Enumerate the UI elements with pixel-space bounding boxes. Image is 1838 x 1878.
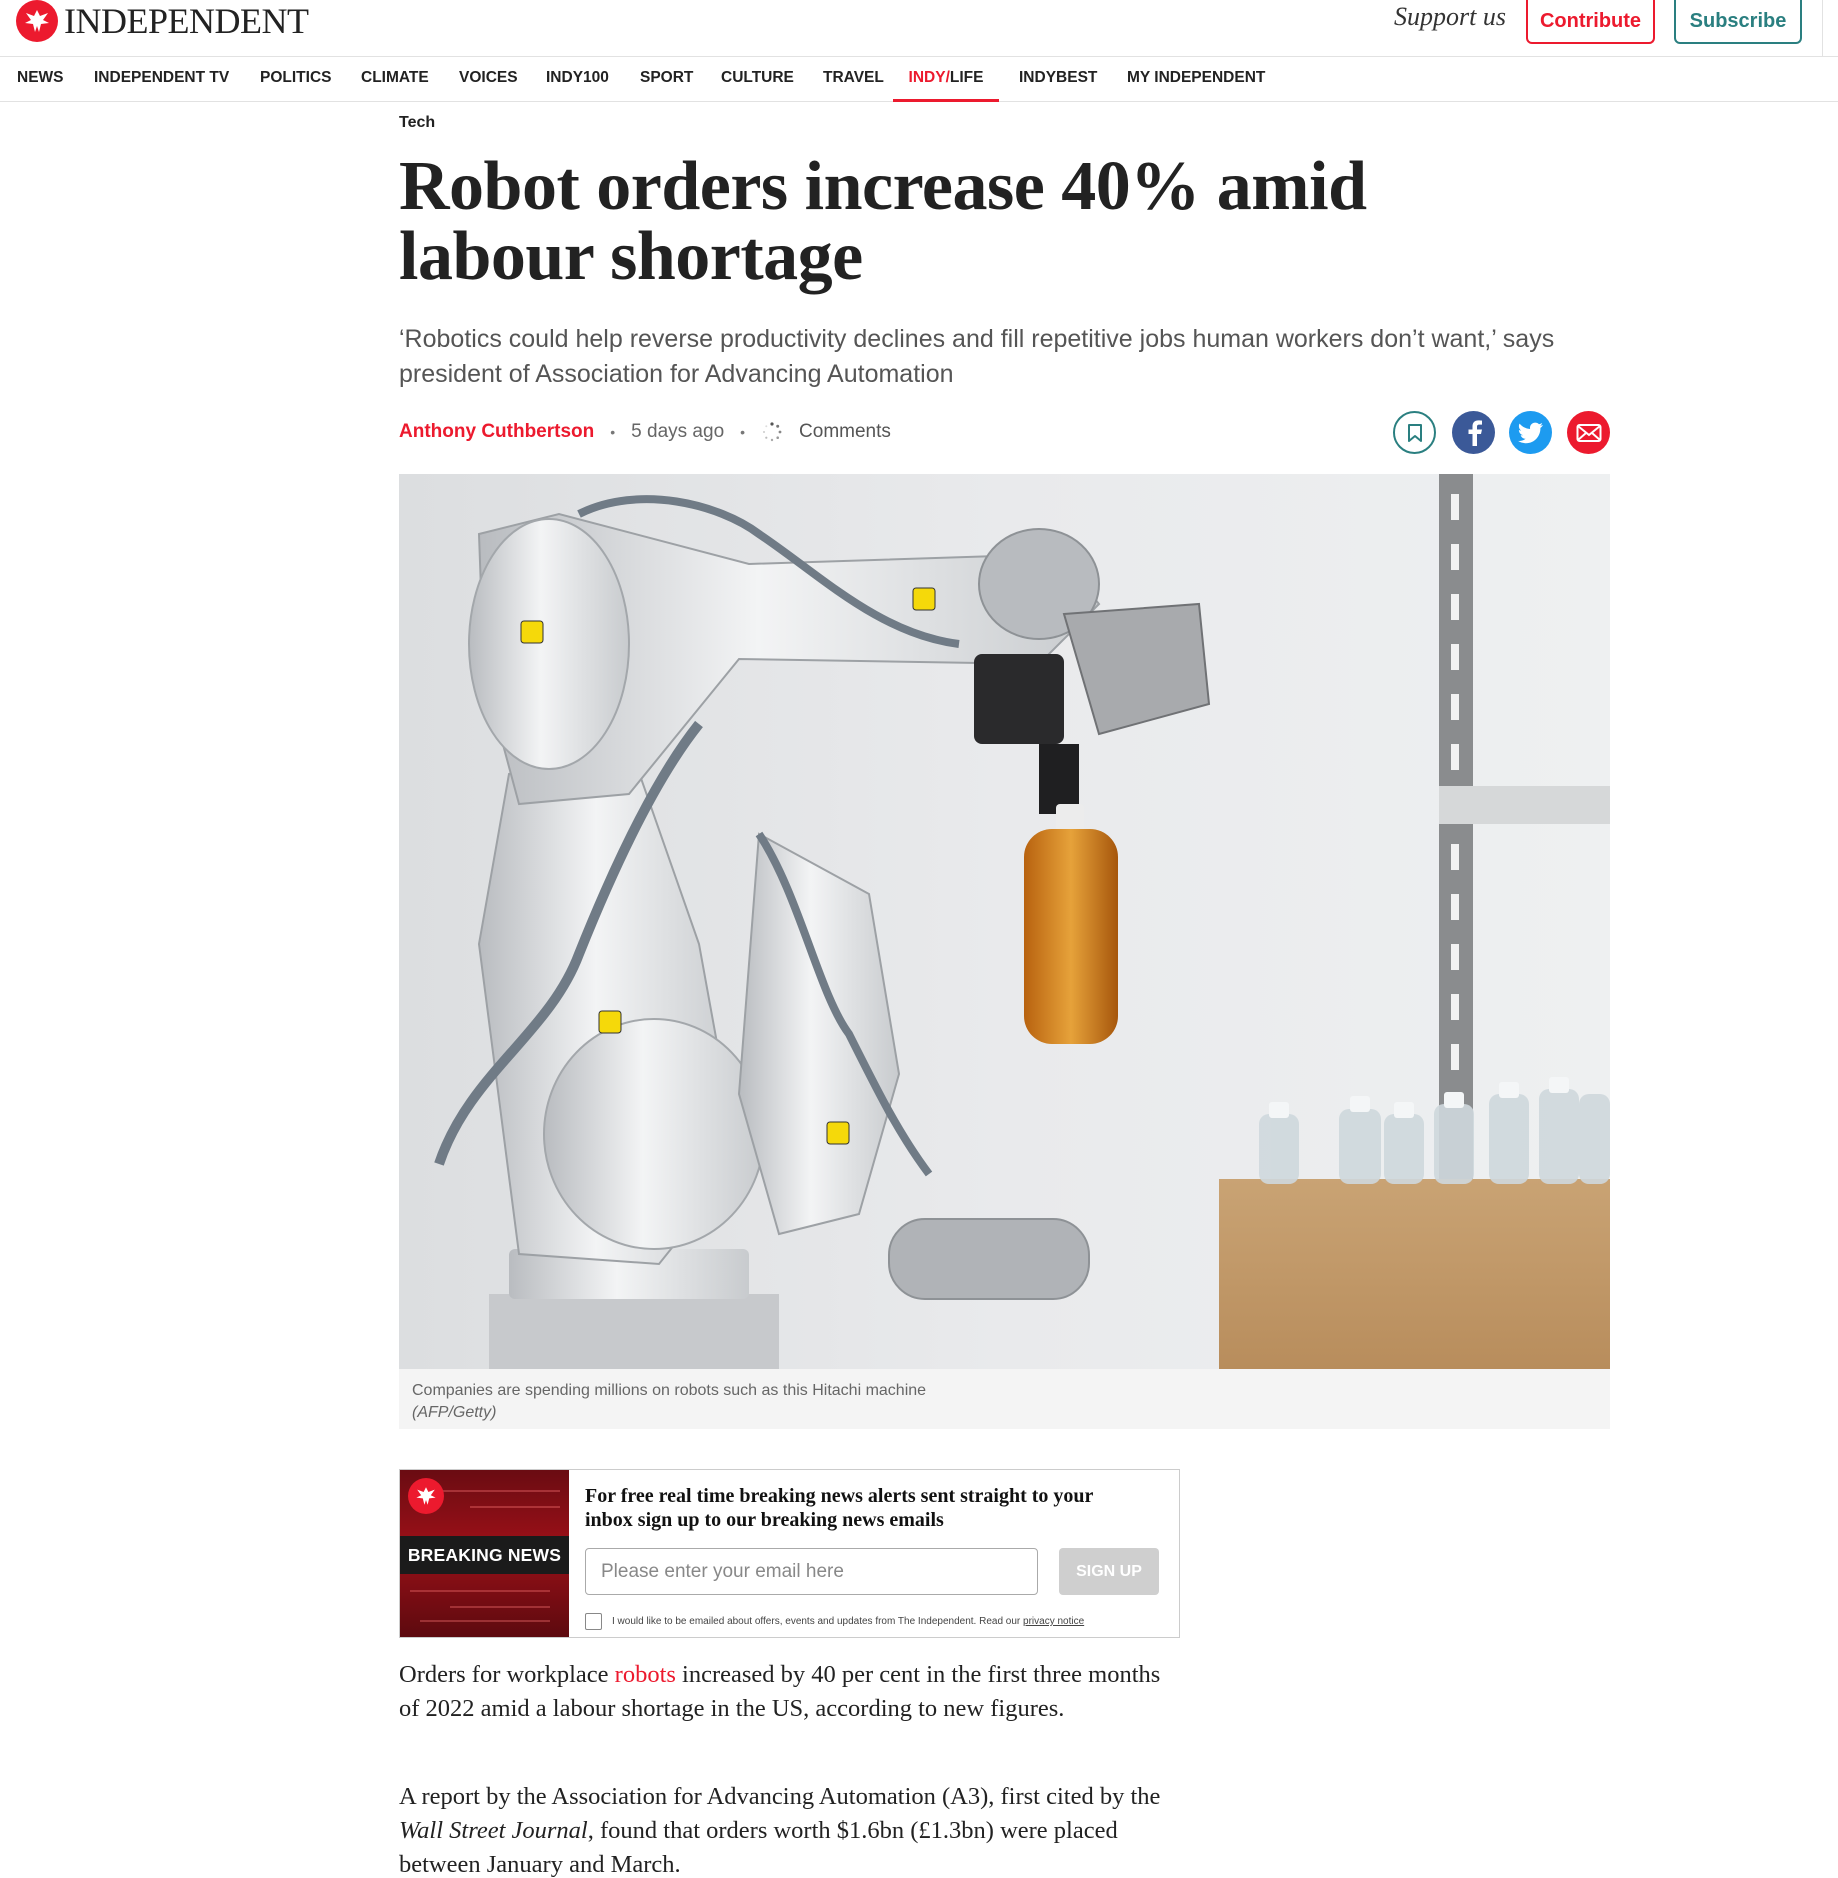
privacy-notice-link[interactable]: privacy notice: [1023, 1616, 1084, 1627]
nav-indy-prefix: INDY/: [908, 69, 950, 86]
nav-item-climate[interactable]: CLIMATE: [361, 57, 429, 102]
email-field[interactable]: [585, 1548, 1038, 1595]
support-us-text: Support us: [1394, 2, 1506, 31]
author-link[interactable]: Anthony Cuthbertson: [399, 421, 594, 443]
nav-item-culture[interactable]: CULTURE: [721, 57, 794, 102]
facebook-icon: [1468, 419, 1482, 446]
body-text: Orders for workplace: [399, 1661, 615, 1688]
independent-logo[interactable]: INDEPENDENT: [16, 0, 309, 42]
nav-life-suffix: LIFE: [949, 69, 984, 86]
nav-item-politics[interactable]: POLITICS: [260, 57, 331, 102]
bookmark-button[interactable]: [1393, 411, 1436, 454]
breaking-news-badge: BREAKING NEWS: [400, 1536, 569, 1574]
standfirst: ‘Robotics could help reverse productivit…: [399, 325, 1555, 388]
page-title: Robot orders increase 40% amid labour sh…: [399, 152, 1499, 292]
body-text: A report by the Association for Advancin…: [399, 1783, 1161, 1810]
nav-item-news[interactable]: NEWS: [17, 57, 64, 102]
email-share-button[interactable]: [1567, 411, 1610, 454]
nav-item-voices[interactable]: VOICES: [459, 57, 518, 102]
loading-spinner-icon: [763, 422, 782, 442]
image-caption: Companies are spending millions on robot…: [399, 1369, 1610, 1429]
newsletter-title: For free real time breaking news alerts …: [585, 1485, 1094, 1531]
main-nav: NEWS INDEPENDENT TV POLITICS CLIMATE VOI…: [0, 57, 1838, 102]
twitter-share-button[interactable]: [1509, 411, 1552, 454]
comments-link[interactable]: Comments: [799, 421, 891, 443]
nav-item-sport[interactable]: SPORT: [640, 57, 693, 102]
publication-name: Wall Street Journal: [399, 1817, 588, 1844]
consent-text: I would like to be emailed about offers,…: [612, 1616, 1024, 1627]
breaking-news-image: BREAKING NEWS: [400, 1470, 569, 1637]
publish-date: 5 days ago: [631, 421, 725, 442]
article-hero-image: [399, 474, 1610, 1369]
consent-checkbox[interactable]: [585, 1613, 602, 1630]
nav-item-indybest[interactable]: INDYBEST: [1019, 57, 1097, 102]
headline-line-1: Robot orders increase 40% amid: [399, 148, 1367, 225]
nav-item-indy-life[interactable]: INDY/LIFE: [893, 57, 999, 102]
logo-wordmark: INDEPENDENT: [64, 1, 309, 41]
eagle-logo-icon: [408, 1478, 444, 1514]
contribute-button[interactable]: Contribute: [1526, 0, 1655, 44]
byline-separator: •: [740, 424, 746, 440]
image-credit: (AFP/Getty): [412, 1404, 497, 1421]
headline-line-2: labour shortage: [399, 218, 863, 295]
nav-item-my-independent[interactable]: MY INDEPENDENT: [1127, 57, 1265, 102]
robot-arm-photo: [399, 474, 1610, 1369]
newsletter-signup: BREAKING NEWS For free real time breakin…: [399, 1469, 1180, 1638]
bookmark-icon: [1407, 423, 1422, 442]
consent-row: I would like to be emailed about offers,…: [585, 1613, 1084, 1630]
facebook-share-button[interactable]: [1452, 411, 1495, 454]
top-header: INDEPENDENT Support us Contribute Subscr…: [0, 0, 1838, 57]
signup-button[interactable]: SIGN UP: [1059, 1548, 1159, 1595]
byline-separator: •: [610, 424, 616, 440]
section-label[interactable]: Tech: [399, 114, 435, 132]
nav-item-independent-tv[interactable]: INDEPENDENT TV: [94, 57, 229, 102]
consent-label: I would like to be emailed about offers,…: [612, 1616, 1084, 1627]
robots-link[interactable]: robots: [615, 1661, 676, 1688]
eagle-logo-icon: [16, 0, 58, 42]
twitter-icon: [1517, 422, 1543, 443]
nav-item-travel[interactable]: TRAVEL: [823, 57, 884, 102]
header-divider: [1822, 0, 1823, 57]
caption-text: Companies are spending millions on robot…: [412, 1382, 927, 1399]
email-icon: [1576, 423, 1601, 442]
byline: Anthony Cuthbertson • 5 days ago • Comme…: [399, 418, 891, 446]
subscribe-button[interactable]: Subscribe: [1674, 0, 1802, 44]
nav-item-indy100[interactable]: INDY100: [546, 57, 609, 102]
body-paragraph: A report by the Association for Advancin…: [399, 1780, 1179, 1878]
body-paragraph: Orders for workplace robots increased by…: [399, 1658, 1179, 1726]
